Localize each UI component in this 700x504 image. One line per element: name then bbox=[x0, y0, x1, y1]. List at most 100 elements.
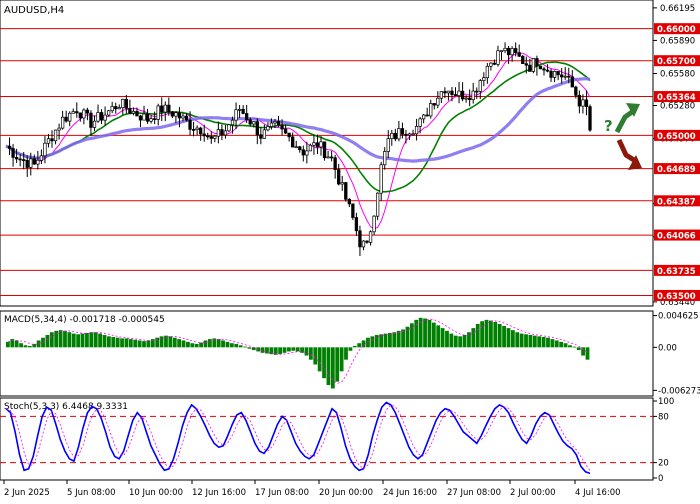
macd-bar bbox=[515, 332, 520, 348]
macd-bar bbox=[374, 334, 379, 348]
macd-bar bbox=[221, 340, 225, 348]
candle-body bbox=[531, 58, 536, 72]
macd-bar bbox=[71, 333, 76, 348]
macd-bar bbox=[93, 332, 98, 348]
macd-bar bbox=[142, 341, 146, 348]
macd-bar bbox=[23, 345, 28, 348]
macd-bar bbox=[572, 346, 577, 348]
candle-body bbox=[237, 108, 242, 111]
macd-bar bbox=[247, 347, 252, 349]
candle-body bbox=[443, 91, 447, 94]
macd-bar bbox=[67, 332, 72, 348]
candle-body bbox=[174, 112, 178, 117]
candle-body bbox=[99, 112, 104, 121]
macd-bar bbox=[98, 333, 103, 348]
candle-body bbox=[482, 77, 486, 81]
macd-bar bbox=[344, 347, 348, 360]
candle-body bbox=[259, 134, 263, 139]
macd-bar bbox=[155, 337, 160, 348]
candle-body bbox=[400, 128, 405, 135]
candle-body bbox=[556, 71, 560, 76]
candle-body bbox=[188, 119, 192, 130]
macd-bar bbox=[115, 337, 120, 348]
candle-body bbox=[75, 111, 79, 114]
macd-bar bbox=[585, 347, 590, 360]
candle-body bbox=[181, 115, 185, 119]
candle-body bbox=[503, 47, 507, 51]
macd-bar bbox=[199, 342, 203, 348]
candle-body bbox=[96, 112, 100, 122]
candle-body bbox=[574, 86, 578, 96]
macd-bar bbox=[106, 336, 111, 348]
level-label: 0.63500 bbox=[657, 292, 696, 302]
candle-body bbox=[552, 71, 557, 78]
candle-body bbox=[301, 149, 305, 156]
macd-bar bbox=[532, 335, 537, 348]
forecast-mark: ? bbox=[604, 117, 613, 135]
price-tick-label: 0.66195 bbox=[660, 4, 695, 14]
candle-body bbox=[43, 142, 47, 157]
candle-body bbox=[262, 129, 267, 139]
candle-body bbox=[404, 133, 408, 136]
candle-body bbox=[464, 97, 468, 100]
macd-axis: 0.004625 0.00 -0.006273 bbox=[653, 312, 700, 396]
macd-bar bbox=[502, 326, 506, 348]
level-label: 0.66000 bbox=[657, 25, 696, 35]
level-label: 0.65000 bbox=[657, 132, 696, 142]
candle-body bbox=[138, 115, 143, 121]
macd-bar bbox=[546, 337, 550, 348]
macd-bar bbox=[484, 319, 489, 348]
candle-body bbox=[199, 127, 203, 135]
macd-bar bbox=[357, 343, 362, 348]
macd-bar bbox=[335, 347, 340, 382]
macd-bar bbox=[120, 338, 124, 348]
macd-tick-label: -0.006273 bbox=[658, 386, 700, 396]
macd-bar bbox=[177, 339, 182, 348]
macd-bar bbox=[449, 333, 454, 348]
level-label: 0.64387 bbox=[657, 197, 696, 207]
candle-body bbox=[432, 103, 436, 106]
candle-body bbox=[110, 106, 114, 112]
candle-body bbox=[269, 122, 274, 127]
macd-bar bbox=[339, 347, 344, 372]
candle-body bbox=[266, 126, 270, 131]
macd-bar bbox=[207, 339, 212, 348]
candle-body bbox=[223, 130, 228, 136]
candle-body bbox=[39, 155, 44, 161]
candle-body bbox=[418, 118, 422, 127]
macd-bar bbox=[14, 340, 19, 348]
time-axis: 2 Jun 2025 5 Jun 08:00 10 Jun 00:00 12 Jun … bbox=[3, 480, 621, 498]
chart-title: AUDUSD,H4 bbox=[4, 5, 64, 16]
time-tick-label: 2 Jul 00:00 bbox=[510, 488, 556, 498]
macd-bar bbox=[510, 330, 515, 348]
macd-bar bbox=[80, 333, 85, 348]
candle-body bbox=[528, 64, 532, 72]
macd-bar bbox=[370, 336, 375, 348]
candle-body bbox=[329, 156, 334, 159]
candle-body bbox=[347, 198, 351, 205]
candle-body bbox=[298, 146, 302, 151]
candle-body bbox=[7, 145, 12, 149]
macd-bar bbox=[89, 332, 94, 348]
candle-body bbox=[131, 110, 136, 114]
macd-bar bbox=[238, 345, 243, 348]
candle-body bbox=[18, 158, 22, 161]
candle-body bbox=[89, 112, 93, 128]
candle-body bbox=[386, 138, 390, 152]
level-label: 0.64066 bbox=[657, 232, 696, 242]
macd-bar bbox=[467, 332, 471, 348]
macd-bar bbox=[462, 334, 467, 348]
macd-bar bbox=[190, 343, 195, 348]
macd-bar bbox=[559, 341, 564, 348]
level-label: 0.65700 bbox=[657, 57, 696, 67]
candle-body bbox=[361, 240, 366, 248]
candle-body bbox=[538, 65, 543, 70]
candle-body bbox=[160, 105, 164, 113]
macd-bar bbox=[348, 347, 353, 351]
macd-bar bbox=[287, 347, 291, 352]
candle-body bbox=[485, 65, 490, 79]
candle-body bbox=[517, 52, 521, 57]
macd-bar bbox=[181, 340, 186, 348]
macd-bar bbox=[308, 347, 313, 360]
macd-title: MACD(5,34,4) -0.001718 -0.000545 bbox=[4, 315, 165, 325]
